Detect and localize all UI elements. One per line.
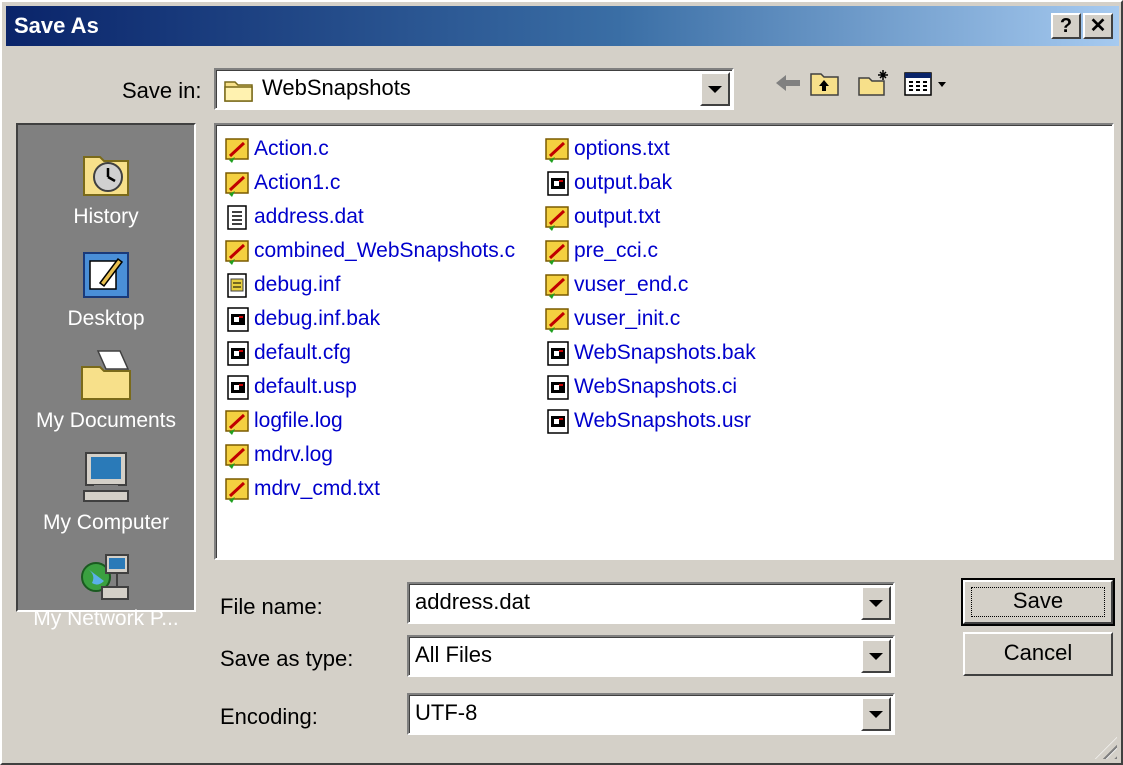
- script-icon: [545, 240, 569, 265]
- script-icon: [225, 240, 249, 265]
- file-name: Action1.c: [254, 171, 341, 194]
- save-in-dropdown-button[interactable]: [700, 72, 730, 106]
- file-name: default.cfg: [254, 341, 351, 364]
- file-name-dropdown-button[interactable]: [861, 586, 891, 620]
- encoding-label: Encoding:: [220, 704, 318, 729]
- save-as-type-dropdown-button[interactable]: [861, 639, 891, 673]
- file-name: Action.c: [254, 137, 329, 160]
- file-name: WebSnapshots.usr: [574, 409, 752, 432]
- save-in-dropdown[interactable]: WebSnapshots: [214, 68, 734, 110]
- close-button[interactable]: ✕: [1083, 13, 1113, 39]
- script-icon: [225, 138, 249, 163]
- file-name: output.bak: [574, 171, 673, 194]
- app-file-icon: [547, 409, 569, 434]
- app-file-icon: [547, 375, 569, 400]
- file-list[interactable]: Action.c Action1.c address.dat combined_…: [214, 123, 1114, 560]
- script-icon: [545, 138, 569, 163]
- file-name: options.txt: [574, 137, 670, 160]
- file-name: mdrv_cmd.txt: [254, 477, 381, 500]
- window-title: Save As: [14, 13, 99, 38]
- place-history[interactable]: History: [18, 135, 194, 235]
- file-name: address.dat: [254, 205, 364, 228]
- new-folder-icon[interactable]: [856, 68, 892, 98]
- place-label: My Network P...: [33, 607, 179, 630]
- file-name: mdrv.log: [254, 443, 333, 466]
- resize-grip-icon[interactable]: [1095, 737, 1117, 759]
- script-icon: [545, 308, 569, 333]
- place-my-computer[interactable]: My Computer: [18, 441, 194, 541]
- place-network[interactable]: My Network P...: [18, 543, 194, 643]
- file-name-label: File name:: [220, 594, 323, 619]
- place-label: History: [73, 205, 139, 228]
- place-my-documents[interactable]: My Documents: [18, 339, 194, 439]
- save-in-value: WebSnapshots: [262, 75, 411, 100]
- cancel-button-label: Cancel: [1003, 640, 1073, 665]
- script-icon: [225, 478, 249, 503]
- place-label: Desktop: [67, 307, 145, 330]
- save-as-type-label: Save as type:: [220, 646, 354, 671]
- my-computer-icon: [83, 452, 129, 502]
- back-arrow-icon[interactable]: [770, 68, 804, 98]
- save-as-type-select[interactable]: All Files: [407, 635, 895, 677]
- file-name: WebSnapshots.ci: [574, 375, 738, 398]
- desktop-icon: [83, 252, 129, 298]
- script-icon: [545, 206, 569, 231]
- title-bar[interactable]: Save As ? ✕: [6, 6, 1119, 46]
- script-icon: [225, 172, 249, 197]
- app-file-icon: [227, 375, 249, 400]
- app-file-icon: [547, 341, 569, 366]
- script-icon: [545, 274, 569, 299]
- place-label: My Documents: [35, 409, 177, 432]
- file-name: debug.inf.bak: [254, 307, 381, 330]
- inf-file-icon: [227, 273, 247, 298]
- encoding-select[interactable]: UTF-8: [407, 693, 895, 735]
- up-folder-icon[interactable]: [808, 68, 842, 98]
- app-file-icon: [547, 171, 569, 196]
- help-button[interactable]: ?: [1051, 13, 1081, 39]
- file-name-combo[interactable]: address.dat: [407, 582, 895, 624]
- file-name: output.txt: [574, 205, 661, 228]
- save-button[interactable]: Save: [961, 578, 1115, 626]
- file-name: vuser_init.c: [574, 307, 681, 330]
- network-places-icon: [81, 554, 129, 600]
- folder-icon: [224, 81, 253, 102]
- history-icon: [83, 156, 129, 196]
- file-name: vuser_end.c: [574, 273, 689, 296]
- file-name-input[interactable]: address.dat: [415, 589, 530, 615]
- file-name: debug.inf: [254, 273, 341, 296]
- cancel-button[interactable]: Cancel: [963, 632, 1113, 676]
- script-icon: [225, 410, 249, 435]
- save-as-dialog: Save As ? ✕ Save in: WebSnapshots Histor…: [0, 0, 1123, 765]
- places-bar: History Desktop My Documents My Computer…: [16, 123, 196, 630]
- encoding-dropdown-button[interactable]: [861, 697, 891, 731]
- save-button-label: Save: [1012, 588, 1064, 613]
- script-icon: [225, 444, 249, 469]
- file-name: WebSnapshots.bak: [574, 341, 756, 364]
- place-desktop[interactable]: Desktop: [18, 237, 194, 337]
- save-in-label: Save in:: [122, 78, 202, 103]
- my-documents-icon: [81, 350, 131, 400]
- file-name: logfile.log: [254, 409, 343, 432]
- place-label: My Computer: [42, 511, 170, 534]
- text-file-icon: [227, 205, 247, 230]
- file-name: pre_cci.c: [574, 239, 659, 262]
- file-name: combined_WebSnapshots.c: [254, 239, 516, 262]
- app-file-icon: [227, 341, 249, 366]
- save-as-type-value: All Files: [415, 642, 493, 667]
- view-menu-icon[interactable]: [902, 68, 950, 98]
- file-name: default.usp: [254, 375, 357, 398]
- encoding-value: UTF-8: [415, 700, 478, 725]
- app-file-icon: [227, 307, 249, 332]
